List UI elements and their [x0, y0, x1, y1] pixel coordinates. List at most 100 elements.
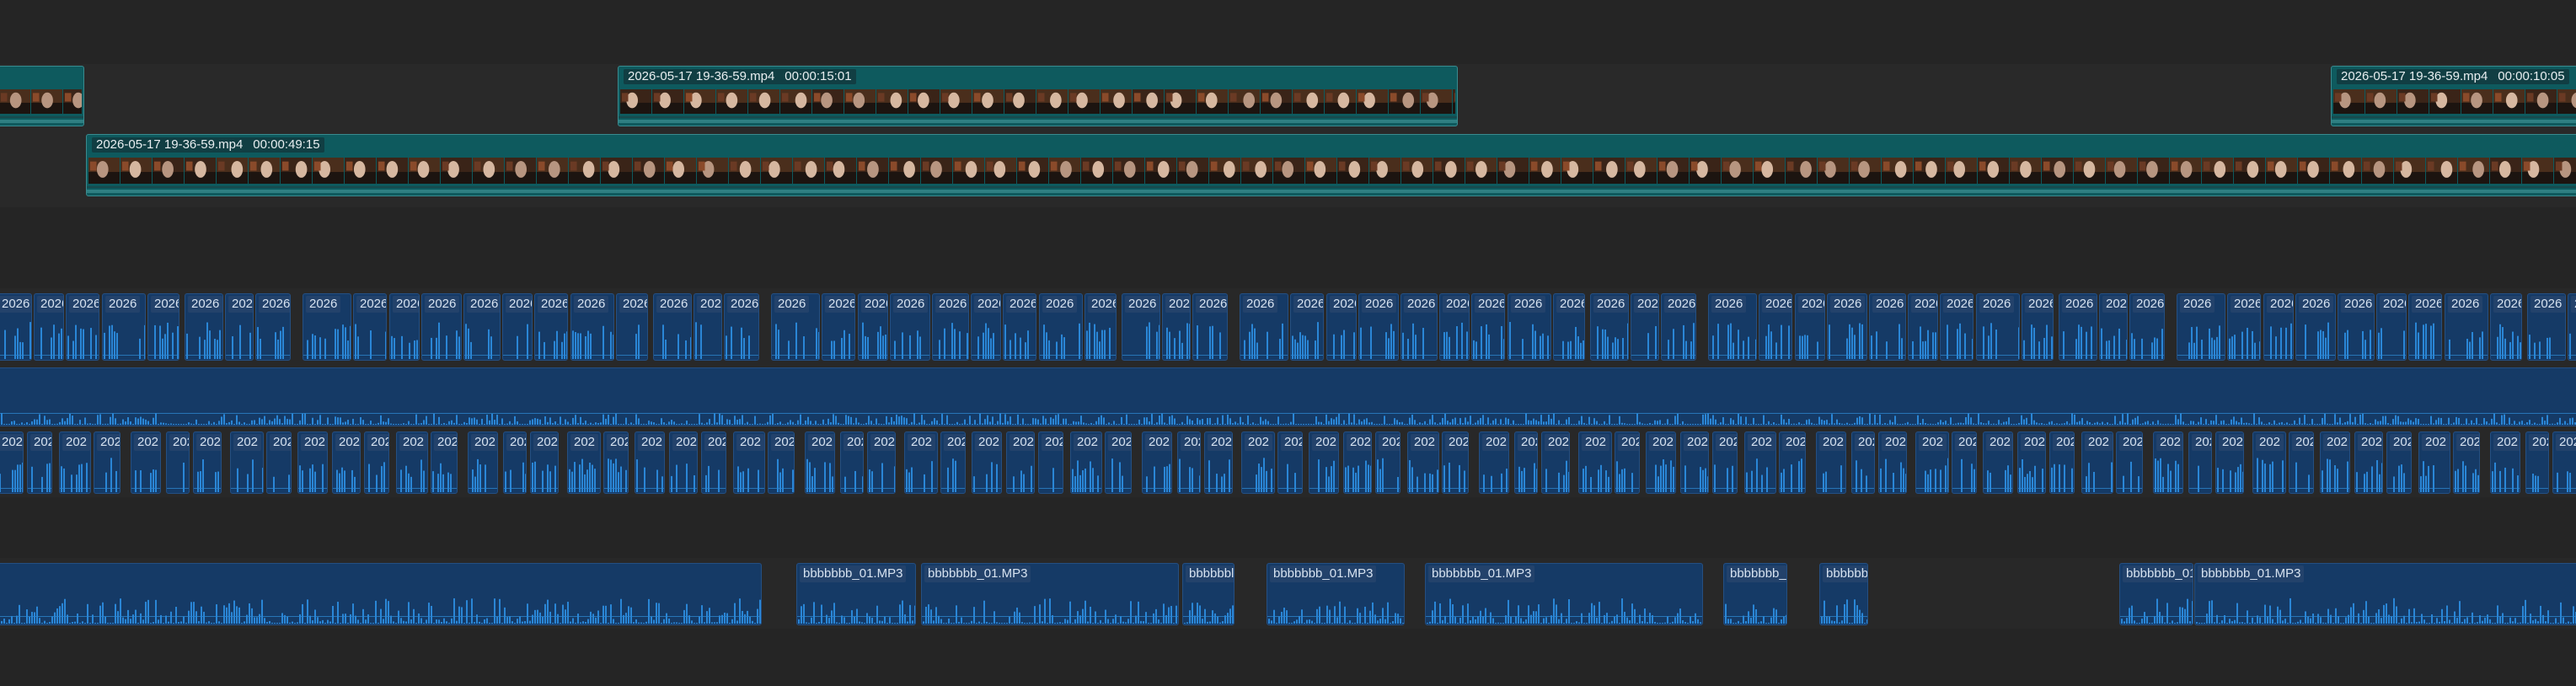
audio-clip[interactable]: bbbbbbl [1182, 563, 1234, 625]
audio-clip[interactable]: 202 [940, 431, 966, 494]
audio-clip[interactable]: 2026 [463, 293, 501, 361]
audio-clip[interactable]: 2026 [421, 293, 462, 361]
audio-clip[interactable]: 2026 [2263, 293, 2294, 361]
audio-clip[interactable]: 202 [1816, 431, 1846, 494]
audio-clip[interactable]: 2026 [225, 293, 254, 361]
audio-clip[interactable]: 202 [1779, 431, 1806, 494]
audio-clip[interactable]: 202 [2386, 431, 2412, 494]
audio-clip[interactable]: 202 [0, 431, 24, 494]
audio-clip[interactable]: 202 [1479, 431, 1509, 494]
audio-clip[interactable]: 2026 [1471, 293, 1505, 361]
audio-clip[interactable]: 2026 [2408, 293, 2442, 361]
audio-clip[interactable]: 202 [1915, 431, 1949, 494]
audio-clip[interactable]: 202 [2354, 431, 2383, 494]
audio-clip[interactable]: 202 [332, 431, 361, 494]
audio-clip[interactable]: 2026 [1869, 293, 1906, 361]
audio-clip[interactable]: 202 [972, 431, 1002, 494]
audio-clip[interactable]: 2026 [890, 293, 930, 361]
audio-clip[interactable]: 202 [468, 431, 498, 494]
audio-clip[interactable]: 2026 [1976, 293, 2020, 361]
audio-clip[interactable]: 2026 [1708, 293, 1757, 361]
audio-clip[interactable]: 202 [2490, 431, 2520, 494]
audio-clip[interactable]: 2026 [971, 293, 1001, 361]
audio-clip[interactable]: 202 [297, 431, 328, 494]
audio-clip[interactable]: 2026 [1631, 293, 1659, 361]
audio-clip[interactable]: 2026 [2376, 293, 2407, 361]
audio-clip[interactable]: 202 [1983, 431, 2013, 494]
audio-clip[interactable]: 202 [867, 431, 896, 494]
audio-clip[interactable]: 202 [2453, 431, 2480, 494]
video-clip[interactable] [0, 66, 84, 126]
audio-clip[interactable]: 202 [567, 431, 601, 494]
audio-clip[interactable]: 2026 [1508, 293, 1551, 361]
audio-clip[interactable]: 2026 [1590, 293, 1629, 361]
audio-clip[interactable]: 2026 [0, 293, 32, 361]
audio-clip[interactable]: 2026 [1084, 293, 1117, 361]
audio-clip[interactable] [0, 367, 2576, 426]
audio-clip[interactable]: 202 [2049, 431, 2075, 494]
audio-clip[interactable]: 202 [1615, 431, 1640, 494]
audio-clip[interactable]: 202 [266, 431, 292, 494]
audio-clip[interactable]: 202 [1309, 431, 1339, 494]
audio-clip[interactable]: 2026 [353, 293, 387, 361]
audio-clip[interactable]: 2026 [570, 293, 614, 361]
audio-clip[interactable]: 202 [768, 431, 795, 494]
audio-clip[interactable]: 202 [1177, 431, 1201, 494]
audio-clip[interactable]: 2026 [1661, 293, 1696, 361]
audio-clip[interactable]: 202 [1646, 431, 1676, 494]
audio-clip[interactable]: 2026 [1439, 293, 1470, 361]
video-clip[interactable]: 2026-05-17 19-36-59.mp4 00:00:15:01 [618, 66, 1458, 126]
audio-clip[interactable]: 2026 [1122, 293, 1160, 361]
audio-clip[interactable] [0, 563, 762, 625]
audio-clip[interactable]: 2026 [1827, 293, 1867, 361]
audio-clip[interactable]: 202 [431, 431, 458, 494]
audio-clip[interactable]: 202 [1204, 431, 1233, 494]
audio-clip[interactable]: 202 [733, 431, 765, 494]
audio-clip[interactable]: 2026 [2099, 293, 2128, 361]
audio-clip[interactable]: 202 [2418, 431, 2450, 494]
audio-clip[interactable]: 2026 [502, 293, 533, 361]
audio-clip[interactable]: 2026 [694, 293, 722, 361]
audio-clip[interactable]: 202 [230, 431, 264, 494]
audio-clip[interactable]: 202 [166, 431, 190, 494]
audio-clip[interactable]: 202 [1343, 431, 1372, 494]
audio-clip[interactable]: 202 [669, 431, 698, 494]
audio-clip[interactable]: 2026 [2022, 293, 2054, 361]
audio-clip[interactable]: 202 [1578, 431, 1612, 494]
audio-clip[interactable]: bbbbbbb_01.MP3 [2194, 563, 2576, 625]
audio-clip[interactable]: 2026 [771, 293, 820, 361]
video-clip[interactable]: 2026-05-17 19-36-59.mp4 00:00:10:05 [2331, 66, 2576, 126]
audio-clip[interactable]: 202 [396, 431, 428, 494]
audio-clip[interactable]: 202 [2215, 431, 2244, 494]
audio-clip[interactable]: 202 [503, 431, 527, 494]
audio-clip[interactable]: 2026 [2059, 293, 2097, 361]
audio-clip[interactable]: 2026 [932, 293, 969, 361]
audio-clip[interactable]: 2026 [858, 293, 888, 361]
audio-clip[interactable]: 2026 [1400, 293, 1438, 361]
audio-clip[interactable]: 2026 [1940, 293, 1974, 361]
audio-clip[interactable]: 202 [1006, 431, 1035, 494]
audio-clip[interactable]: 2026 [2568, 293, 2576, 361]
audio-clip[interactable]: 2026 [66, 293, 99, 361]
audio-clip[interactable]: 202 [1277, 431, 1303, 494]
audio-clip[interactable]: 202 [1712, 431, 1738, 494]
audio-clip[interactable]: 202 [1744, 431, 1776, 494]
audio-clip[interactable]: 2026 [724, 293, 759, 361]
audio-clip[interactable]: 202 [635, 431, 665, 494]
audio-clip[interactable]: 2026 [2295, 293, 2336, 361]
audio-clip[interactable]: 202 [530, 431, 559, 494]
audio-clip[interactable]: 202 [2116, 431, 2143, 494]
audio-clip[interactable]: 2026 [303, 293, 351, 361]
audio-clip[interactable]: 2026 [1039, 293, 1083, 361]
audio-clip[interactable]: 2026 [1290, 293, 1324, 361]
video-clip[interactable]: 2026-05-17 19-36-59.mp4 00:00:49:15 [86, 134, 2576, 196]
audio-clip[interactable]: bbbbbbb_01.MP3 [921, 563, 1179, 625]
audio-clip[interactable]: 202 [1514, 431, 1538, 494]
audio-clip[interactable]: 2026 [1759, 293, 1792, 361]
audio-clip[interactable]: 202 [2289, 431, 2314, 494]
audio-clip[interactable]: 202 [1038, 431, 1063, 494]
audio-clip[interactable]: bbbbbbb_01.MP3 [1425, 563, 1703, 625]
audio-clip[interactable]: 2026 [2177, 293, 2225, 361]
audio-clip[interactable]: 2026 [1326, 293, 1357, 361]
audio-clip[interactable]: 202 [1375, 431, 1400, 494]
